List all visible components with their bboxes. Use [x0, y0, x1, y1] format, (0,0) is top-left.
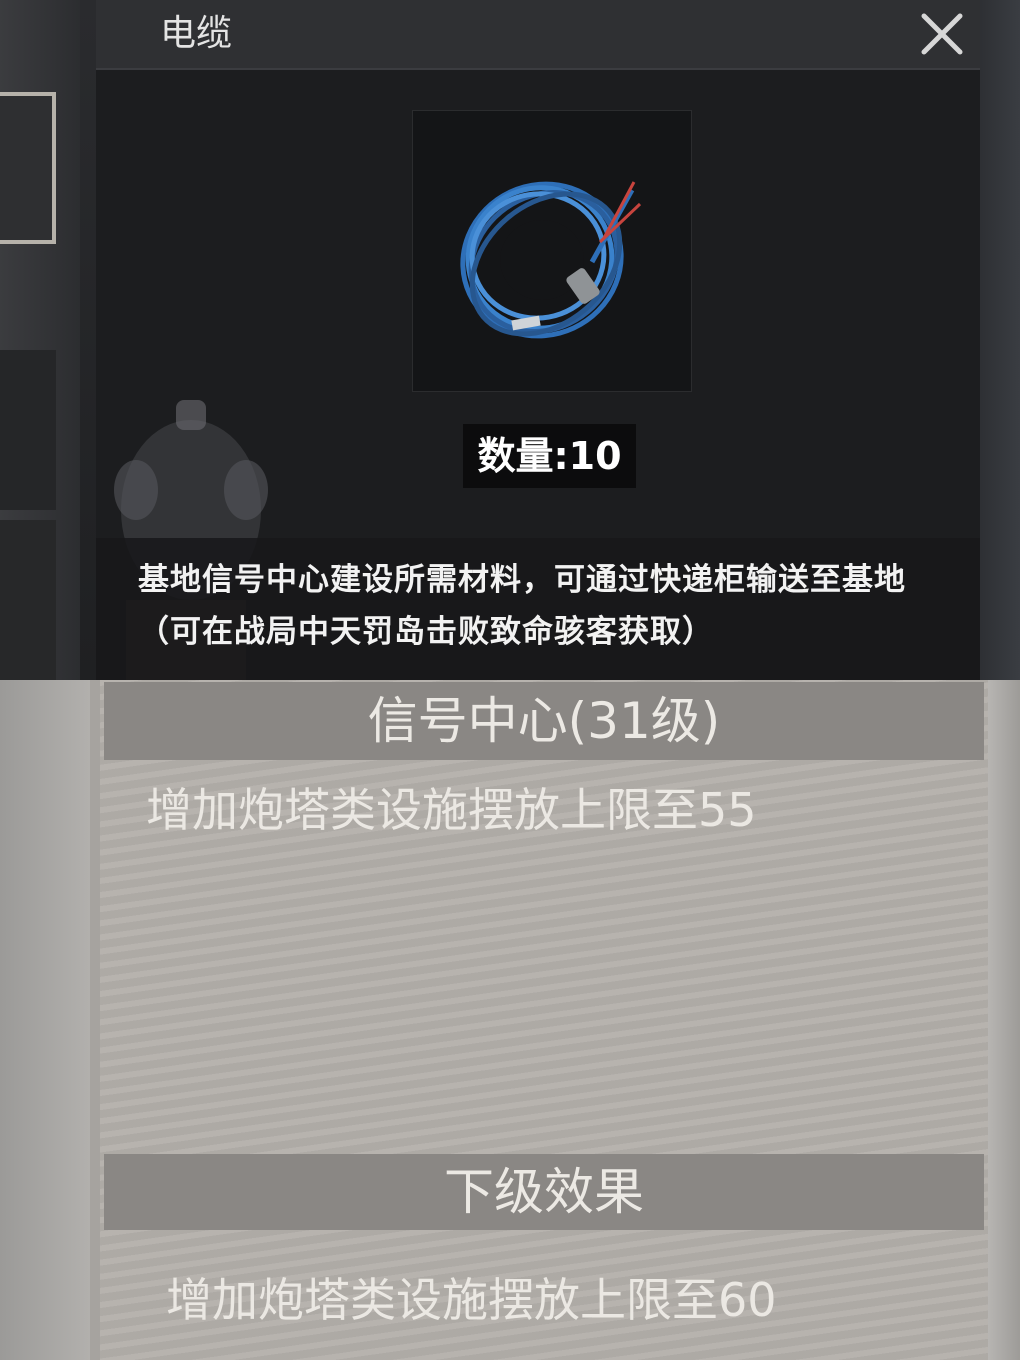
- inventory-slot[interactable]: [0, 92, 56, 244]
- next-level-header: 下级效果: [104, 1154, 984, 1230]
- next-effect-text: 增加炮塔类设施摆放上限至60: [166, 1273, 777, 1327]
- item-description-box: 基地信号中心建设所需材料，可通过快递柜输送至基地（可在战局中天罚岛击败致命骇客获…: [96, 538, 980, 680]
- current-level-header: 信号中心(31级): [104, 682, 984, 760]
- background-left-strip: [0, 680, 90, 1360]
- cable-icon: [460, 181, 642, 339]
- inventory-slot[interactable]: [0, 520, 56, 680]
- background-left-strip: [0, 0, 80, 680]
- item-description: 基地信号中心建设所需材料，可通过快递柜输送至基地（可在战局中天罚岛击败致命骇客获…: [138, 562, 906, 650]
- dialog-title-bar: 电缆: [96, 0, 980, 70]
- item-image-frame: [412, 110, 692, 392]
- current-effect-text: 增加炮塔类设施摆放上限至55: [146, 783, 757, 837]
- inventory-slot[interactable]: [0, 350, 56, 510]
- item-title: 电缆: [160, 13, 233, 54]
- background-right-strip: [978, 0, 1020, 680]
- item-detail-area: 电缆 数量:10 基地信号中心建设所需材料，可通过快递柜输送至基地（可在战局中天…: [0, 0, 1020, 680]
- background-right-strip: [988, 680, 1020, 1360]
- close-icon[interactable]: [918, 10, 966, 58]
- item-quantity: 数量:10: [463, 424, 636, 488]
- building-effect-area: 信号中心(31级) 增加炮塔类设施摆放上限至55 下级效果 增加炮塔类设施摆放上…: [0, 680, 1020, 1360]
